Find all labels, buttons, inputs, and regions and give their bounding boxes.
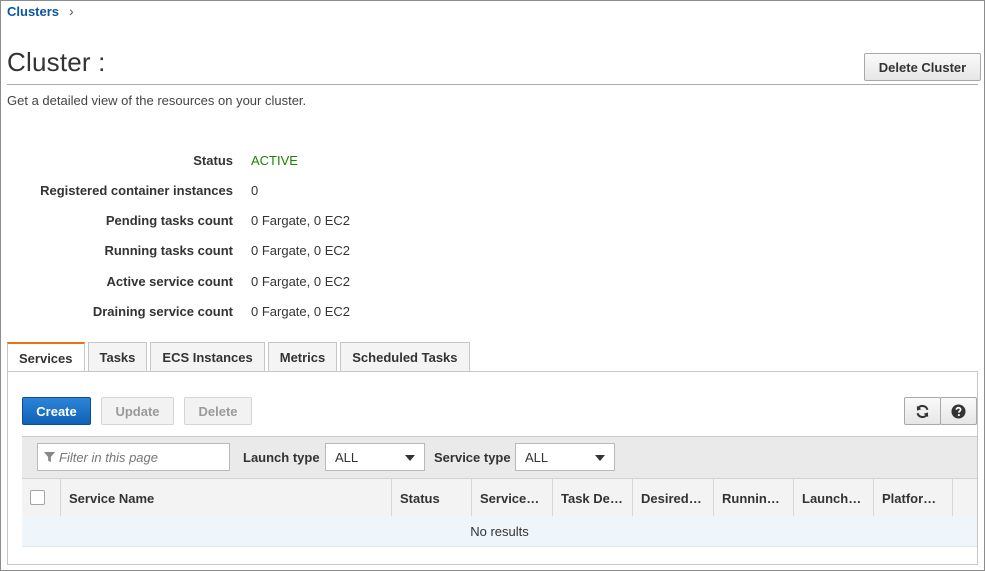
service-type-value: ALL xyxy=(525,449,549,465)
caret-down-icon xyxy=(405,455,415,461)
breadcrumb: Clusters › xyxy=(7,3,74,19)
tab-metrics[interactable]: Metrics xyxy=(267,342,338,371)
column-header-desired[interactable]: Desired… xyxy=(632,479,713,517)
launch-type-label: Launch type xyxy=(243,450,320,465)
help-button[interactable] xyxy=(940,397,977,425)
launch-type-value: ALL xyxy=(335,449,359,465)
page-subtitle: Get a detailed view of the resources on … xyxy=(7,93,307,108)
filter-icon xyxy=(44,451,55,462)
create-button[interactable]: Create xyxy=(22,397,91,425)
summary-value: 0 Fargate, 0 EC2 xyxy=(251,274,350,289)
delete-cluster-button[interactable]: Delete Cluster xyxy=(864,53,981,81)
cluster-detail-page: Clusters › Cluster : Delete Cluster Get … xyxy=(0,0,985,571)
service-type-select[interactable]: ALL xyxy=(515,443,615,471)
column-header-running[interactable]: Runnin… xyxy=(713,479,793,517)
chevron-right-icon: › xyxy=(69,3,74,19)
summary-row-draining: Draining service count 0 Fargate, 0 EC2 xyxy=(1,304,501,324)
summary-row-active-service: Active service count 0 Fargate, 0 EC2 xyxy=(1,274,501,294)
summary-label: Status xyxy=(193,153,233,168)
services-table-header: Service Name Status Service… Task De… De… xyxy=(22,478,977,518)
tab-tasks[interactable]: Tasks xyxy=(87,342,148,371)
filter-placeholder: Filter in this page xyxy=(59,449,158,465)
status-value: ACTIVE xyxy=(251,153,298,168)
tab-ecs-instances[interactable]: ECS Instances xyxy=(150,342,265,371)
summary-value: 0 Fargate, 0 EC2 xyxy=(251,243,350,258)
column-header-status[interactable]: Status xyxy=(391,479,471,517)
summary-label: Active service count xyxy=(106,274,233,289)
cluster-tabs: Services Tasks ECS Instances Metrics Sch… xyxy=(7,342,470,372)
refresh-button[interactable] xyxy=(904,397,941,425)
empty-table-message: No results xyxy=(22,516,977,547)
column-header-service-name[interactable]: Service Name xyxy=(60,479,391,517)
select-all-checkbox[interactable] xyxy=(30,490,45,505)
filter-bar: Filter in this page Launch type ALL Serv… xyxy=(22,436,977,479)
tab-services[interactable]: Services xyxy=(7,342,85,372)
summary-value: 0 Fargate, 0 EC2 xyxy=(251,304,350,319)
summary-value: 0 Fargate, 0 EC2 xyxy=(251,213,350,228)
delete-button[interactable]: Delete xyxy=(184,397,252,425)
summary-label: Registered container instances xyxy=(40,183,233,198)
summary-value: 0 xyxy=(251,183,259,198)
summary-row-registered: Registered container instances 0 xyxy=(1,183,501,203)
refresh-icon xyxy=(916,404,929,418)
column-header-task-definition[interactable]: Task De… xyxy=(552,479,632,517)
title-divider xyxy=(7,84,978,85)
page-title: Cluster : xyxy=(7,47,106,77)
launch-type-select[interactable]: ALL xyxy=(325,443,425,471)
summary-label: Running tasks count xyxy=(104,243,233,258)
column-header-service-type[interactable]: Service… xyxy=(471,479,552,517)
service-type-label: Service type xyxy=(434,450,511,465)
table-actions xyxy=(904,397,977,425)
caret-down-icon xyxy=(595,455,605,461)
filter-input[interactable]: Filter in this page xyxy=(37,443,230,471)
summary-label: Pending tasks count xyxy=(105,213,233,228)
summary-label: Draining service count xyxy=(92,304,233,319)
summary-row-running: Running tasks count 0 Fargate, 0 EC2 xyxy=(1,243,501,263)
tab-scheduled-tasks[interactable]: Scheduled Tasks xyxy=(340,342,470,371)
help-icon xyxy=(951,403,966,419)
breadcrumb-clusters-link[interactable]: Clusters xyxy=(7,4,59,19)
summary-row-status: Status ACTIVE xyxy=(1,153,501,173)
column-header-platform[interactable]: Platfor… xyxy=(873,479,953,517)
update-button[interactable]: Update xyxy=(101,397,174,425)
column-header-launch-type[interactable]: Launch… xyxy=(793,479,873,517)
summary-row-pending: Pending tasks count 0 Fargate, 0 EC2 xyxy=(1,213,501,233)
services-panel: Create Update Delete Filter in this page… xyxy=(7,371,978,565)
